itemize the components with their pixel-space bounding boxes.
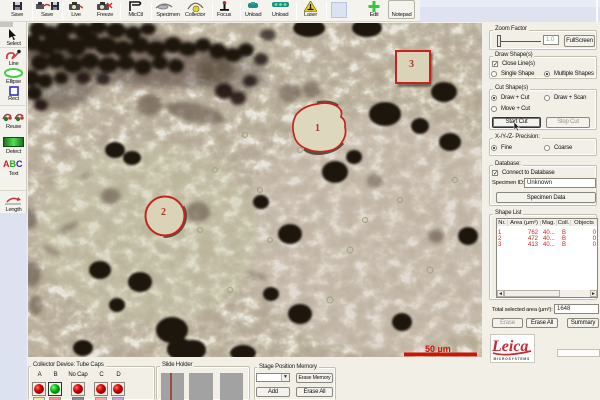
svg-text:2: 2 (161, 207, 166, 218)
svg-text:MICROSYSTEMS: MICROSYSTEMS (494, 357, 531, 361)
svg-text:3: 3 (409, 59, 414, 70)
svg-text:1: 1 (315, 123, 320, 134)
